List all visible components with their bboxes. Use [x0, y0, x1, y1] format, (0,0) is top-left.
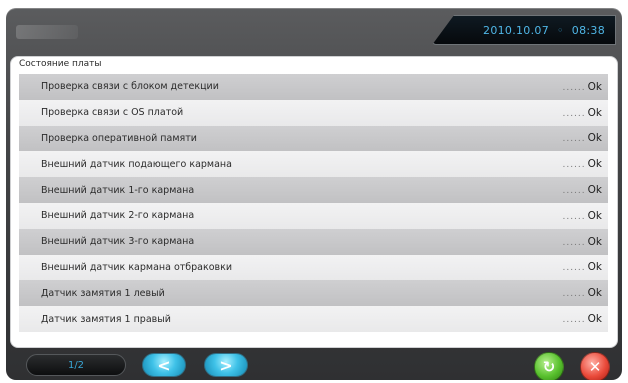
list-item: Проверка связи с блоком детекции ...... …: [19, 74, 608, 100]
status-list: Проверка связи с блоком детекции ...... …: [19, 74, 608, 332]
panel-title: Состояние платы: [19, 59, 102, 69]
status-ok: Ok: [587, 158, 602, 171]
check-status: ...... Ok: [562, 210, 602, 222]
list-item: Внешний датчик 2-го кармана ...... Ok: [19, 202, 608, 229]
chevron-left-icon: <: [157, 355, 171, 375]
list-item: Внешний датчик 1-го кармана ...... Ok: [19, 177, 608, 203]
dots: ......: [562, 263, 586, 274]
list-item: Проверка связи с OS платой ...... Ok: [19, 99, 608, 126]
check-label: Проверка оперативной памяти: [41, 132, 197, 144]
check-status: ...... Ok: [562, 184, 602, 196]
datetime-display: 2010.10.07 ◦ 08:38: [432, 15, 616, 45]
dots: ......: [562, 315, 586, 326]
check-label: Датчик замятия 1 левый: [41, 287, 165, 299]
check-label: Внешний датчик 1-го кармана: [41, 184, 195, 196]
time-text: 08:38: [571, 23, 605, 37]
date-text: 2010.10.07: [483, 23, 549, 37]
check-status: ...... Ok: [562, 313, 602, 325]
top-bar: 2010.10.07 ◦ 08:38: [6, 8, 622, 52]
check-status: ...... Ok: [562, 261, 602, 273]
list-item: Проверка оперативной памяти ...... Ok: [19, 125, 608, 152]
prev-page-button[interactable]: <: [142, 353, 186, 377]
status-ok: Ok: [587, 209, 602, 222]
logo: [16, 25, 78, 39]
status-ok: Ok: [587, 106, 602, 119]
board-status-panel: Состояние платы Проверка связи с блоком …: [10, 56, 618, 348]
check-label: Внешний датчик 3-го кармана: [41, 236, 195, 248]
check-label: Внешний датчик кармана отбраковки: [41, 261, 233, 273]
check-status: ...... Ok: [562, 158, 602, 170]
check-status: ...... Ok: [562, 132, 602, 144]
status-ok: Ok: [587, 287, 602, 300]
check-status: ...... Ok: [562, 107, 602, 119]
status-ok: Ok: [587, 80, 602, 93]
status-ok: Ok: [587, 132, 602, 145]
close-button[interactable]: ✕: [580, 352, 610, 380]
separator-icon: ◦: [557, 23, 564, 37]
list-item: Датчик замятия 1 правый ...... Ok: [19, 306, 608, 332]
check-label: Проверка связи с блоком детекции: [41, 81, 219, 93]
dots: ......: [562, 160, 586, 171]
dots: ......: [562, 211, 586, 222]
status-ok: Ok: [587, 261, 602, 274]
dots: ......: [562, 108, 586, 119]
device-frame: 2010.10.07 ◦ 08:38 Состояние платы Прове…: [6, 8, 622, 380]
check-label: Внешний датчик подающего кармана: [41, 158, 232, 170]
list-item: Внешний датчик подающего кармана ...... …: [19, 151, 608, 178]
dots: ......: [562, 82, 586, 93]
dots: ......: [562, 186, 586, 197]
list-item: Внешний датчик 3-го кармана ...... Ok: [19, 228, 608, 255]
check-label: Внешний датчик 2-го кармана: [41, 210, 195, 222]
check-status: ...... Ok: [562, 236, 602, 248]
status-ok: Ok: [587, 313, 602, 326]
page-text: 1/2: [67, 359, 85, 371]
next-page-button[interactable]: >: [204, 353, 248, 377]
check-label: Проверка связи с OS платой: [41, 107, 184, 119]
check-status: ...... Ok: [562, 287, 602, 299]
status-ok: Ok: [587, 184, 602, 197]
page-indicator: 1/2: [26, 354, 126, 376]
dots: ......: [562, 289, 586, 300]
refresh-icon: ↻: [542, 358, 556, 376]
check-label: Датчик замятия 1 правый: [41, 313, 171, 325]
chevron-right-icon: >: [219, 355, 233, 375]
refresh-button[interactable]: ↻: [534, 352, 564, 380]
list-item: Датчик замятия 1 левый ...... Ok: [19, 280, 608, 307]
status-ok: Ok: [587, 235, 602, 248]
list-item: Внешний датчик кармана отбраковки ......…: [19, 254, 608, 281]
dots: ......: [562, 237, 586, 248]
close-icon: ✕: [588, 358, 602, 376]
check-status: ...... Ok: [562, 81, 602, 93]
bottom-bar: 1/2 < > ↻ ✕: [6, 352, 622, 380]
dots: ......: [562, 134, 586, 145]
